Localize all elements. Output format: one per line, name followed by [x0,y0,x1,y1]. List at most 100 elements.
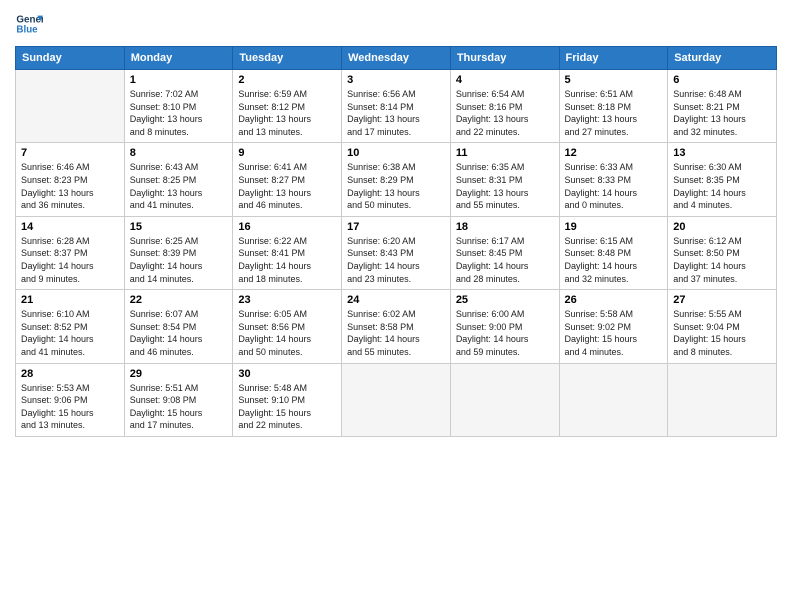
calendar-cell: 17 Sunrise: 6:20 AMSunset: 8:43 PMDayligh… [342,216,451,289]
day-number: 12 [565,147,663,159]
calendar-body: 1 Sunrise: 7:02 AMSunset: 8:10 PMDaylight… [16,70,777,437]
day-number: 7 [21,147,119,159]
day-number: 6 [673,74,771,86]
calendar-cell: 9 Sunrise: 6:41 AMSunset: 8:27 PMDaylight… [233,143,342,216]
calendar-cell: 18 Sunrise: 6:17 AMSunset: 8:45 PMDayligh… [450,216,559,289]
week-row-3: 14Sunrise: 6:28 AMSunset: 8:37 PMDayligh… [16,216,777,289]
day-number: 29 [130,368,228,380]
day-number: 4 [456,74,554,86]
day-info: Sunrise: 5:58 AMSunset: 9:02 PMDaylight:… [565,308,663,358]
calendar-cell: 30 Sunrise: 5:48 AMSunset: 9:10 PMDayligh… [233,363,342,436]
weekday-sunday: Sunday [16,47,125,70]
day-number: 23 [238,294,336,306]
day-info: Sunrise: 6:00 AMSunset: 9:00 PMDaylight:… [456,308,554,358]
weekday-wednesday: Wednesday [342,47,451,70]
calendar-table: SundayMondayTuesdayWednesdayThursdayFrid… [15,46,777,437]
day-number: 17 [347,221,445,233]
day-info: Sunrise: 6:33 AMSunset: 8:33 PMDaylight:… [565,161,663,211]
day-info: Sunrise: 6:43 AMSunset: 8:25 PMDaylight:… [130,161,228,211]
week-row-4: 21 Sunrise: 6:10 AMSunset: 8:52 PMDayligh… [16,290,777,363]
day-info: Sunrise: 6:38 AMSunset: 8:29 PMDaylight:… [347,161,445,211]
calendar-cell: 12 Sunrise: 6:33 AMSunset: 8:33 PMDayligh… [559,143,668,216]
day-number: 24 [347,294,445,306]
calendar-cell: 7 Sunrise: 6:46 AMSunset: 8:23 PMDaylight… [16,143,125,216]
calendar-cell: 19 Sunrise: 6:15 AMSunset: 8:48 PMDayligh… [559,216,668,289]
day-number: 21 [21,294,119,306]
day-number: 5 [565,74,663,86]
logo: General Blue [15,10,43,38]
weekday-header-row: SundayMondayTuesdayWednesdayThursdayFrid… [16,47,777,70]
weekday-monday: Monday [124,47,233,70]
day-info: Sunrise: 5:51 AMSunset: 9:08 PMDaylight:… [130,382,228,432]
day-number: 13 [673,147,771,159]
svg-text:Blue: Blue [16,24,38,35]
calendar-cell: 27 Sunrise: 5:55 AMSunset: 9:04 PMDayligh… [668,290,777,363]
day-info: Sunrise: 6:17 AMSunset: 8:45 PMDaylight:… [456,235,554,285]
day-number: 27 [673,294,771,306]
calendar-cell: 11 Sunrise: 6:35 AMSunset: 8:31 PMDayligh… [450,143,559,216]
calendar-cell [668,363,777,436]
day-info: Sunrise: 6:30 AMSunset: 8:35 PMDaylight:… [673,161,771,211]
calendar-cell: 14Sunrise: 6:28 AMSunset: 8:37 PMDayligh… [16,216,125,289]
day-info: Sunrise: 6:15 AMSunset: 8:48 PMDaylight:… [565,235,663,285]
calendar-cell: 5 Sunrise: 6:51 AMSunset: 8:18 PMDaylight… [559,70,668,143]
calendar-cell: 20 Sunrise: 6:12 AMSunset: 8:50 PMDayligh… [668,216,777,289]
week-row-1: 1 Sunrise: 7:02 AMSunset: 8:10 PMDaylight… [16,70,777,143]
page-header: General Blue [15,10,777,38]
calendar-cell [559,363,668,436]
calendar-cell: 10 Sunrise: 6:38 AMSunset: 8:29 PMDayligh… [342,143,451,216]
day-info: Sunrise: 6:12 AMSunset: 8:50 PMDaylight:… [673,235,771,285]
day-info: Sunrise: 6:25 AMSunset: 8:39 PMDaylight:… [130,235,228,285]
day-info: Sunrise: 5:48 AMSunset: 9:10 PMDaylight:… [238,382,336,432]
weekday-friday: Friday [559,47,668,70]
day-number: 26 [565,294,663,306]
day-info: Sunrise: 5:53 AMSunset: 9:06 PMDaylight:… [21,382,119,432]
calendar-cell: 3Sunrise: 6:56 AMSunset: 8:14 PMDaylight… [342,70,451,143]
calendar-cell: 26 Sunrise: 5:58 AMSunset: 9:02 PMDayligh… [559,290,668,363]
calendar-cell: 29 Sunrise: 5:51 AMSunset: 9:08 PMDayligh… [124,363,233,436]
day-number: 11 [456,147,554,159]
calendar-cell [16,70,125,143]
day-info: Sunrise: 6:05 AMSunset: 8:56 PMDaylight:… [238,308,336,358]
day-number: 1 [130,74,228,86]
calendar-cell: 13 Sunrise: 6:30 AMSunset: 8:35 PMDayligh… [668,143,777,216]
day-number: 2 [238,74,336,86]
day-info: Sunrise: 6:56 AMSunset: 8:14 PMDaylight:… [347,88,445,138]
day-number: 19 [565,221,663,233]
calendar-cell: 23 Sunrise: 6:05 AMSunset: 8:56 PMDayligh… [233,290,342,363]
logo-icon: General Blue [15,10,43,38]
day-number: 10 [347,147,445,159]
calendar-cell: 22 Sunrise: 6:07 AMSunset: 8:54 PMDayligh… [124,290,233,363]
day-info: Sunrise: 5:55 AMSunset: 9:04 PMDaylight:… [673,308,771,358]
day-number: 18 [456,221,554,233]
day-number: 14 [21,221,119,233]
day-number: 20 [673,221,771,233]
day-number: 8 [130,147,228,159]
day-info: Sunrise: 6:46 AMSunset: 8:23 PMDaylight:… [21,161,119,211]
day-number: 15 [130,221,228,233]
day-info: Sunrise: 6:35 AMSunset: 8:31 PMDaylight:… [456,161,554,211]
day-number: 9 [238,147,336,159]
week-row-2: 7 Sunrise: 6:46 AMSunset: 8:23 PMDaylight… [16,143,777,216]
calendar-cell: 2 Sunrise: 6:59 AMSunset: 8:12 PMDaylight… [233,70,342,143]
day-info: Sunrise: 6:41 AMSunset: 8:27 PMDaylight:… [238,161,336,211]
day-number: 22 [130,294,228,306]
page-container: General Blue SundayMondayTuesdayWednesda… [0,0,792,447]
day-info: Sunrise: 6:02 AMSunset: 8:58 PMDaylight:… [347,308,445,358]
calendar-cell: 24 Sunrise: 6:02 AMSunset: 8:58 PMDayligh… [342,290,451,363]
day-number: 30 [238,368,336,380]
week-row-5: 28 Sunrise: 5:53 AMSunset: 9:06 PMDayligh… [16,363,777,436]
day-number: 25 [456,294,554,306]
weekday-saturday: Saturday [668,47,777,70]
day-number: 28 [21,368,119,380]
day-info: Sunrise: 6:20 AMSunset: 8:43 PMDaylight:… [347,235,445,285]
day-info: Sunrise: 6:07 AMSunset: 8:54 PMDaylight:… [130,308,228,358]
calendar-cell: 28 Sunrise: 5:53 AMSunset: 9:06 PMDayligh… [16,363,125,436]
day-info: Sunrise: 7:02 AMSunset: 8:10 PMDaylight:… [130,88,228,138]
calendar-cell [342,363,451,436]
day-info: Sunrise: 6:59 AMSunset: 8:12 PMDaylight:… [238,88,336,138]
calendar-cell: 21 Sunrise: 6:10 AMSunset: 8:52 PMDayligh… [16,290,125,363]
day-info: Sunrise: 6:51 AMSunset: 8:18 PMDaylight:… [565,88,663,138]
weekday-thursday: Thursday [450,47,559,70]
day-info: Sunrise: 6:10 AMSunset: 8:52 PMDaylight:… [21,308,119,358]
